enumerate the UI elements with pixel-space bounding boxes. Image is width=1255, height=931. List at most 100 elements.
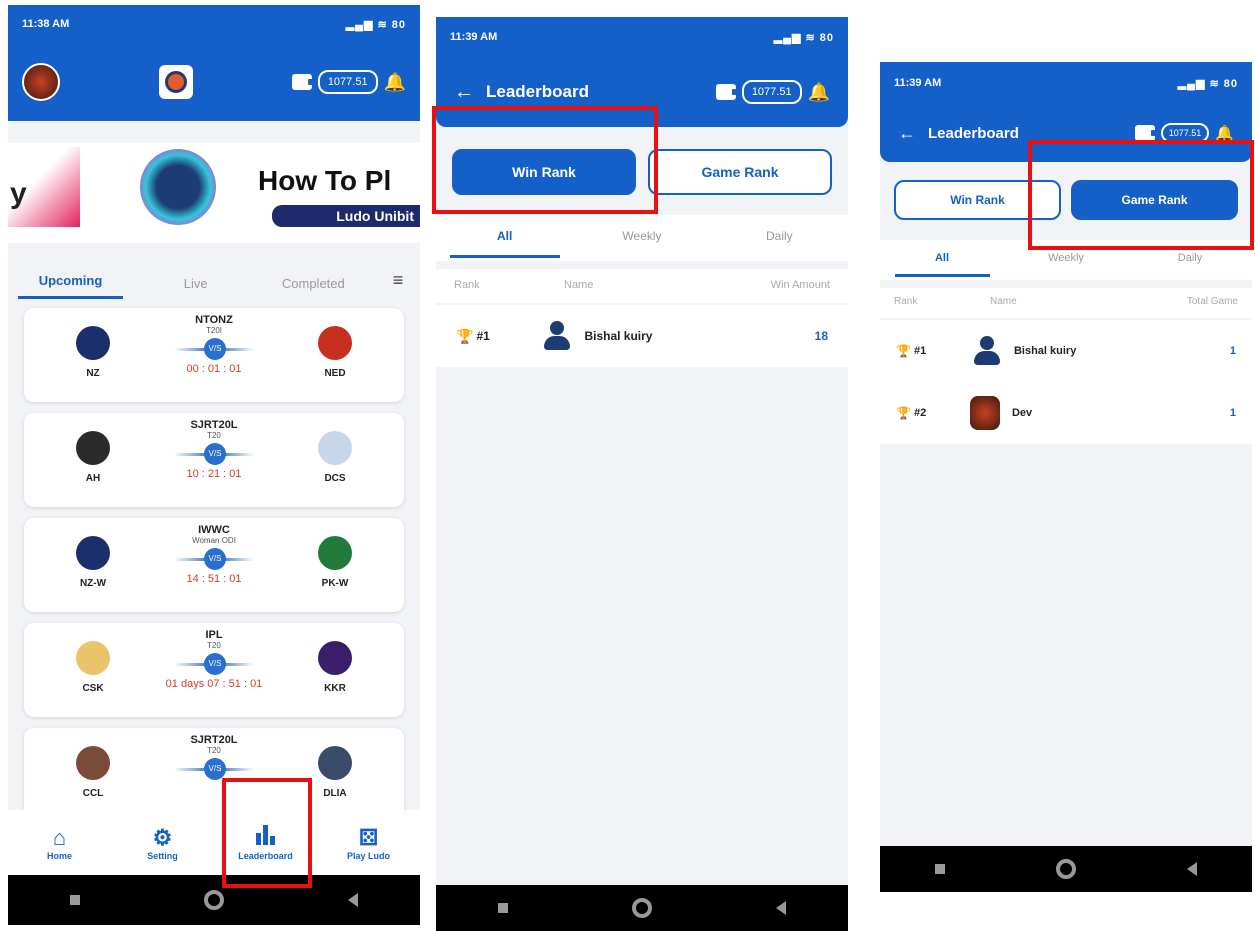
filter-icon[interactable]: ≡ [386,270,410,299]
match-center: SJRT20L T20 V/S [134,734,294,783]
nav-home[interactable]: ⌂ Home [20,825,100,861]
tab-daily[interactable]: Daily [711,215,848,261]
nav-leaderboard[interactable]: Leaderboard [226,824,306,861]
system-nav-bar [436,885,848,931]
game-rank-button[interactable]: Game Rank [648,149,832,195]
status-bar: 11:38 AM ▂▄▆ ≋ 80 [8,5,420,43]
bottom-navigation: ⌂ Home ⚙ Setting Leaderboard ⚄ Play Ludo [8,810,420,875]
back-triangle-icon[interactable] [1186,862,1197,876]
table-row[interactable]: 🏆 #1 Bishal kuiry 1 [896,320,1236,382]
leaderboard-rows: 🏆 #1 Bishal kuiry 18 [436,305,848,367]
match-center: IPL T20 V/S 01 days 07 : 51 : 01 [134,629,294,690]
page-title: Leaderboard [928,124,1019,142]
nav-setting[interactable]: ⚙ Setting [123,825,203,861]
team-left: CSK [58,641,128,694]
profile-avatar[interactable] [22,63,60,101]
home-button-icon[interactable] [204,890,224,910]
match-type: T20 [207,431,221,440]
back-arrow-icon[interactable]: ← [898,123,916,144]
gamepad-icon [164,71,187,93]
tab-live[interactable]: Live [151,276,241,299]
system-nav-bar [880,846,1252,892]
tab-weekly[interactable]: Weekly [1004,240,1128,280]
back-triangle-icon[interactable] [348,893,358,907]
team-logo [76,746,110,780]
recents-icon[interactable] [70,895,80,905]
banner-carousel[interactable]: y How To Pl Ludo Unibit [8,143,420,243]
app-logo [158,65,193,99]
trophy-icon: 🏆 [896,406,911,420]
home-button-icon[interactable] [632,898,652,918]
bar-chart-icon [226,824,306,851]
team-left: NZ [58,326,128,379]
team-right: KKR [300,641,370,694]
row-rank: #2 [913,407,927,419]
bell-icon[interactable]: 🔔 [384,72,406,93]
home-button-icon[interactable] [1055,859,1076,879]
match-card[interactable]: AH SJRT20L T20 V/S 10 : 21 : 01 DCS [24,413,404,507]
wallet-balance[interactable]: 1077.51 [1160,123,1210,143]
team-logo [76,326,110,360]
vs-badge: V/S [174,758,254,780]
countdown-timer: 10 : 21 : 01 [186,468,242,480]
wallet-icon[interactable] [1134,125,1157,141]
banner-prev: y [8,147,80,227]
wallet-icon[interactable] [291,74,314,90]
team-logo [318,326,352,360]
tab-all-label: All [496,229,513,243]
user-avatar [969,396,1000,430]
game-rank-button[interactable]: Game Rank [1071,180,1238,220]
tab-daily[interactable]: Daily [1128,240,1252,280]
match-card[interactable]: CSK IPL T20 V/S 01 days 07 : 51 : 01 KKR [24,623,404,717]
team-left: AH [58,431,128,484]
match-card[interactable]: CCL SJRT20L T20 V/S DLIA [24,728,404,822]
home-icon: ⌂ [52,824,67,850]
tab-indicator [449,255,560,258]
tab-upcoming[interactable]: Upcoming [18,273,123,299]
tab-all[interactable]: All [436,215,573,261]
user-avatar [540,319,574,353]
league-name: IPL [205,629,223,641]
team-left: NZ-W [58,536,128,589]
back-triangle-icon[interactable] [776,901,786,915]
table-row[interactable]: 🏆 #2 Dev 1 [896,382,1236,444]
table-row[interactable]: 🏆 #1 Bishal kuiry 18 [456,305,828,367]
team-right: PK-W [300,536,370,589]
wallet-balance[interactable]: 1077.51 [317,70,378,94]
match-card[interactable]: NZ-W IWWC Woman ODI V/S 14 : 51 : 01 PK-W [24,518,404,612]
page-title: Leaderboard [486,82,589,101]
header-name: Name [564,279,594,291]
recents-icon[interactable] [498,903,508,913]
header-name: Name [990,296,1017,307]
wallet-icon[interactable] [715,84,738,100]
tab-weekly[interactable]: Weekly [573,215,710,261]
nav-play-ludo[interactable]: ⚄ Play Ludo [329,825,409,861]
header-rank: Rank [894,296,918,307]
bell-icon[interactable]: 🔔 [1215,124,1234,142]
team-name: CCL [82,788,104,799]
wallet-balance[interactable]: 1077.51 [741,80,802,104]
back-arrow-icon[interactable]: ← [454,81,474,104]
tab-all[interactable]: All [880,240,1004,280]
league-name: IWWC [198,524,230,536]
rank-toggle: Win Rank Game Rank [436,149,848,195]
tab-indicator [894,274,990,277]
win-rank-button[interactable]: Win Rank [452,149,636,195]
team-right: NED [300,326,370,379]
team-right: DLIA [300,746,370,799]
match-card[interactable]: NZ NTONZ T20I V/S 00 : 01 : 01 NED [24,308,404,402]
team-left: CCL [58,746,128,799]
rank-toggle: Win Rank Game Rank [880,180,1252,220]
match-tabs: Upcoming Live Completed ≡ [18,267,410,299]
win-rank-button[interactable]: Win Rank [894,180,1061,220]
row-rank: #1 [476,329,490,343]
countdown-timer: 00 : 01 : 01 [186,363,242,375]
team-logo [318,641,352,675]
tab-completed[interactable]: Completed [268,276,358,299]
status-icons: ▂▄▆ ≋ 80 [1177,77,1238,90]
recents-icon[interactable] [935,864,946,874]
team-logo [318,431,352,465]
app-bar: ← Leaderboard 1077.51 🔔 [436,57,848,127]
match-type: T20I [205,326,222,335]
bell-icon[interactable]: 🔔 [808,82,830,103]
